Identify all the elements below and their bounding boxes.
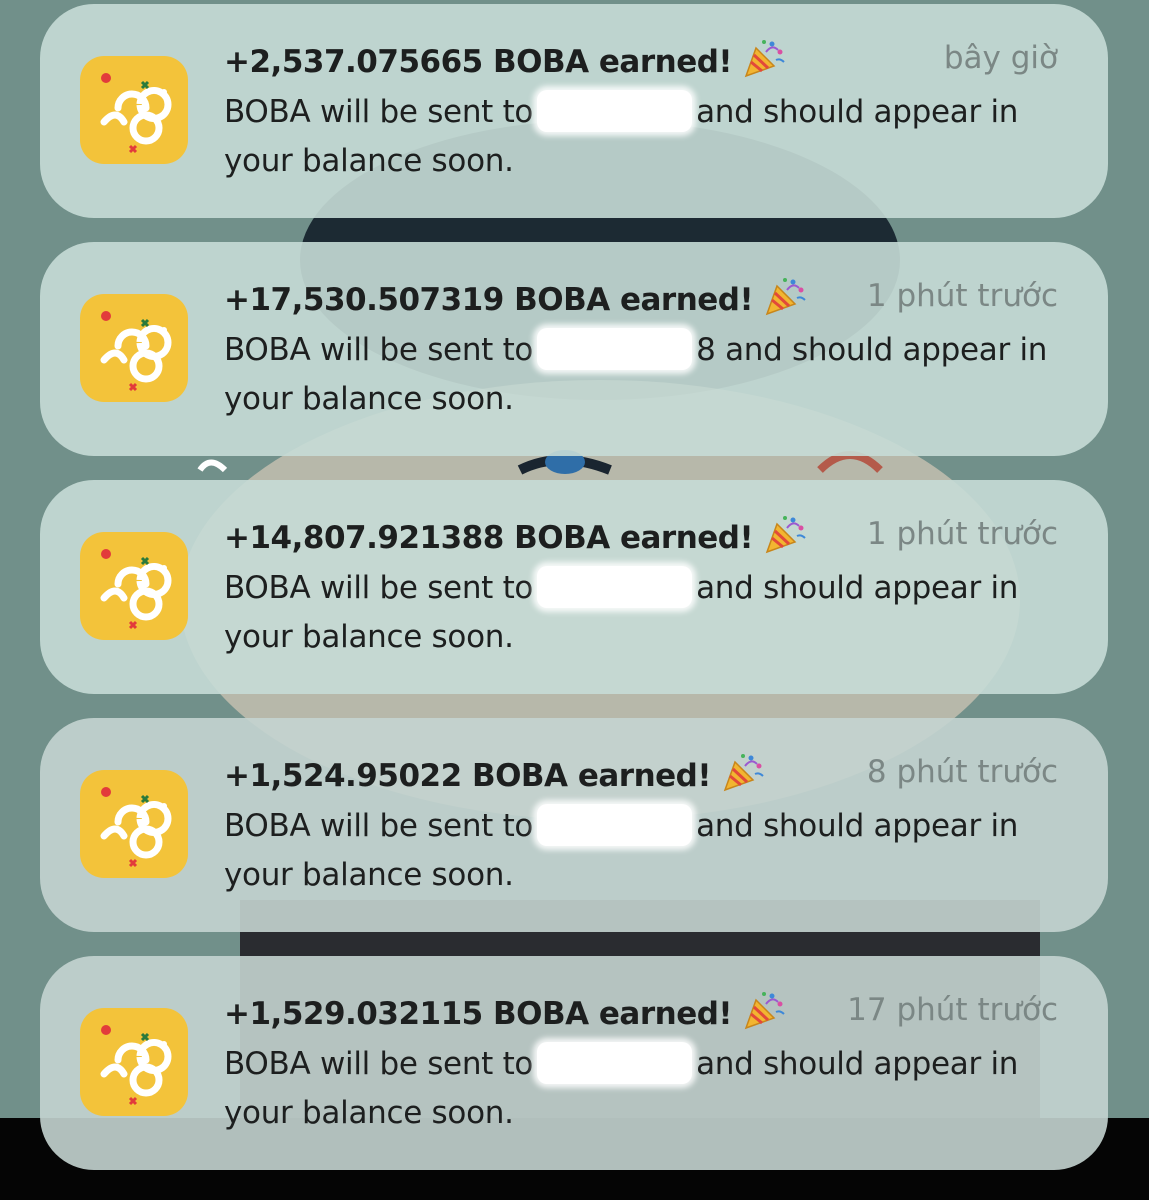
notification-body: BOBA will be sent to and should appear in… <box>224 564 1074 662</box>
notification-title: +1,524.95022 BOBA earned! <box>224 752 765 800</box>
body-prefix: BOBA will be sent to <box>224 94 534 130</box>
party-popper-icon <box>742 990 786 1038</box>
body-line2: your balance soon. <box>224 857 514 893</box>
boba-app-icon <box>80 56 188 164</box>
body-suffix: and should appear in <box>696 94 1019 130</box>
notification-card[interactable]: +1,529.032115 BOBA earned! 17 phút trước… <box>40 956 1108 1170</box>
notification-time: 8 phút trước <box>866 754 1058 790</box>
body-suffix: and should appear in <box>696 570 1019 606</box>
boba-app-icon <box>80 1008 188 1116</box>
notification-body: BOBA will be sent to and should appear in… <box>224 1040 1074 1138</box>
notification-title: +17,530.507319 BOBA earned! <box>224 276 807 324</box>
notification-card[interactable]: +17,530.507319 BOBA earned! 1 phút trước… <box>40 242 1108 456</box>
body-prefix: BOBA will be sent to <box>224 808 534 844</box>
party-popper-icon <box>763 276 807 324</box>
notification-time: 1 phút trước <box>866 278 1058 314</box>
body-line2: your balance soon. <box>224 1095 514 1131</box>
redacted-address <box>537 328 693 370</box>
party-popper-icon <box>721 752 765 800</box>
redacted-address <box>537 90 693 132</box>
party-popper-icon <box>763 514 807 562</box>
body-line2: your balance soon. <box>224 619 514 655</box>
body-suffix: 8 and should appear in <box>696 332 1048 368</box>
notification-card[interactable]: +14,807.921388 BOBA earned! 1 phút trước… <box>40 480 1108 694</box>
notification-body: BOBA will be sent to and should appear in… <box>224 88 1074 186</box>
notification-body: BOBA will be sent to 8 and should appear … <box>224 326 1074 424</box>
notification-card[interactable]: +1,524.95022 BOBA earned! 8 phút trước B… <box>40 718 1108 932</box>
notification-title: +2,537.075665 BOBA earned! <box>224 38 786 86</box>
redacted-address <box>537 1042 693 1084</box>
notification-title: +14,807.921388 BOBA earned! <box>224 514 807 562</box>
body-suffix: and should appear in <box>696 1046 1019 1082</box>
boba-app-icon <box>80 532 188 640</box>
redacted-address <box>537 566 693 608</box>
boba-app-icon <box>80 294 188 402</box>
party-popper-icon <box>742 38 786 86</box>
notification-title: +1,529.032115 BOBA earned! <box>224 990 786 1038</box>
body-prefix: BOBA will be sent to <box>224 332 534 368</box>
redacted-address <box>537 804 693 846</box>
boba-app-icon <box>80 770 188 878</box>
notification-body: BOBA will be sent to and should appear in… <box>224 802 1074 900</box>
notification-card[interactable]: +2,537.075665 BOBA earned! bây giờ BOBA … <box>40 4 1108 218</box>
body-prefix: BOBA will be sent to <box>224 570 534 606</box>
body-line2: your balance soon. <box>224 143 514 179</box>
notification-time: 17 phút trước <box>847 992 1058 1028</box>
notification-time: bây giờ <box>943 40 1058 76</box>
notification-time: 1 phút trước <box>866 516 1058 552</box>
body-line2: your balance soon. <box>224 381 514 417</box>
body-suffix: and should appear in <box>696 808 1019 844</box>
body-prefix: BOBA will be sent to <box>224 1046 534 1082</box>
